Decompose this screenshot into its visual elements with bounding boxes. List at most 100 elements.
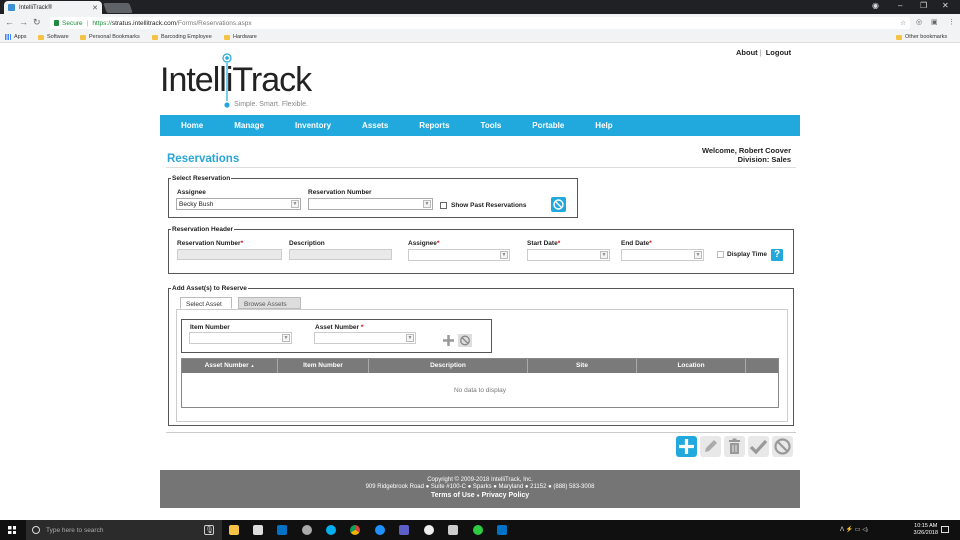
chevron-down-icon[interactable]: ▼ bbox=[406, 334, 414, 342]
app3-icon[interactable] bbox=[473, 525, 483, 535]
nav-manage[interactable]: Manage bbox=[234, 121, 264, 130]
about-link[interactable]: About bbox=[736, 48, 758, 57]
chevron-down-icon[interactable]: ▼ bbox=[694, 251, 702, 259]
bookmark-other[interactable]: Other bookmarks bbox=[896, 34, 947, 40]
outlook-icon[interactable] bbox=[277, 525, 287, 535]
nav-assets[interactable]: Assets bbox=[362, 121, 388, 130]
display-time-checkbox[interactable] bbox=[717, 251, 724, 258]
minimize-icon[interactable]: – bbox=[898, 1, 902, 10]
bookmark-personal[interactable]: Personal Bookmarks bbox=[80, 34, 140, 40]
intellitrack-logo[interactable]: IntelliTrack Simple. Smart. Flexible. bbox=[160, 48, 312, 112]
forward-icon[interactable]: → bbox=[19, 17, 28, 27]
item-number-select[interactable]: ▼ bbox=[189, 332, 292, 344]
assignee-select[interactable]: Becky Bush ▼ bbox=[176, 198, 301, 210]
col-asset-number[interactable]: Asset Number ▲ bbox=[182, 359, 278, 373]
nav-portable[interactable]: Portable bbox=[532, 121, 564, 130]
terms-link[interactable]: Terms of Use bbox=[431, 492, 475, 499]
sort-icon[interactable]: ▲ bbox=[250, 363, 254, 368]
store-icon[interactable] bbox=[253, 525, 263, 535]
copyright-text: Copyright © 2009-2018 IntelliTrack, Inc. bbox=[427, 477, 533, 483]
delete-button[interactable] bbox=[724, 436, 745, 457]
extension-icon[interactable]: ◎ bbox=[916, 18, 922, 26]
asset-number-label: Asset Number * bbox=[315, 324, 364, 331]
start-date-picker[interactable]: ▼ bbox=[527, 249, 610, 261]
bookmark-apps[interactable]: Apps bbox=[5, 34, 27, 40]
browser-tab[interactable]: IntelliTrack® ✕ bbox=[4, 1, 102, 14]
bookmark-barcoding[interactable]: Barcoding Employee bbox=[152, 34, 212, 40]
nav-inventory[interactable]: Inventory bbox=[295, 121, 331, 130]
chevron-down-icon[interactable]: ▼ bbox=[600, 251, 608, 259]
header-assignee-select[interactable]: ▼ bbox=[408, 249, 510, 261]
grid-header: Asset Number ▲ Item Number Description S… bbox=[182, 359, 778, 373]
privacy-link[interactable]: Privacy Policy bbox=[482, 492, 529, 499]
extension2-icon[interactable]: ▣ bbox=[931, 18, 938, 26]
folder-icon bbox=[152, 34, 158, 40]
folder-icon bbox=[896, 34, 902, 40]
notifications-icon[interactable] bbox=[941, 526, 949, 533]
skype-icon[interactable] bbox=[326, 525, 336, 535]
end-date-picker[interactable]: ▼ bbox=[621, 249, 704, 261]
assignee-value: Becky Bush bbox=[179, 201, 214, 208]
logo-tagline: Simple. Smart. Flexible. bbox=[234, 101, 308, 108]
tab-close-icon[interactable]: ✕ bbox=[92, 4, 98, 12]
settings-icon[interactable] bbox=[448, 525, 458, 535]
menu-icon[interactable]: ⋮ bbox=[948, 18, 955, 26]
restore-icon[interactable]: ❐ bbox=[920, 1, 927, 10]
app2-icon[interactable] bbox=[424, 525, 434, 535]
col-item-number[interactable]: Item Number bbox=[278, 359, 369, 373]
nav-tools[interactable]: Tools bbox=[481, 121, 502, 130]
close-window-icon[interactable]: ✕ bbox=[942, 1, 949, 10]
res-number-input[interactable] bbox=[177, 249, 282, 260]
description-input[interactable] bbox=[289, 249, 392, 260]
tray-icons[interactable]: ᐱ ⚡ ▭ ◁ᵢ bbox=[840, 526, 868, 533]
nav-help[interactable]: Help bbox=[595, 121, 612, 130]
save-button[interactable] bbox=[748, 436, 769, 457]
taskbar-clock[interactable]: 10:15 AM 3/26/2018 bbox=[914, 523, 938, 537]
cancel-reservation-button[interactable] bbox=[551, 197, 566, 212]
profile-icon[interactable]: ◉ bbox=[872, 1, 879, 10]
chevron-down-icon[interactable]: ▼ bbox=[282, 334, 290, 342]
ie-icon[interactable] bbox=[375, 525, 385, 535]
bookmark-software[interactable]: Software bbox=[38, 34, 69, 40]
outlook2-icon[interactable] bbox=[497, 525, 507, 535]
logout-link[interactable]: Logout bbox=[766, 48, 791, 57]
show-past-checkbox[interactable] bbox=[440, 202, 447, 209]
assignee-label: Assignee bbox=[177, 189, 206, 196]
app-icon[interactable] bbox=[302, 525, 312, 535]
tab-select-asset[interactable]: Select Asset bbox=[180, 297, 232, 309]
reload-icon[interactable]: ↻ bbox=[33, 17, 41, 28]
col-location[interactable]: Location bbox=[637, 359, 746, 373]
taskbar-search-input[interactable]: Type here to search 🎙 bbox=[26, 520, 222, 540]
edit-button[interactable] bbox=[700, 436, 721, 457]
chrome-icon[interactable] bbox=[350, 525, 360, 535]
help-icon[interactable]: ? bbox=[771, 249, 783, 261]
task-view-icon[interactable] bbox=[204, 525, 214, 535]
asset-number-select[interactable]: ▼ bbox=[314, 332, 416, 344]
cortana-icon bbox=[32, 526, 40, 534]
clock-time: 10:15 AM bbox=[914, 523, 938, 529]
plus-icon[interactable] bbox=[442, 334, 455, 347]
col-site[interactable]: Site bbox=[528, 359, 637, 373]
windows-start-icon[interactable] bbox=[8, 526, 16, 534]
nav-home[interactable]: Home bbox=[181, 121, 203, 130]
col-description[interactable]: Description bbox=[369, 359, 528, 373]
cancel-button[interactable] bbox=[772, 436, 793, 457]
star-icon[interactable]: ☆ bbox=[900, 19, 906, 27]
chevron-down-icon[interactable]: ▼ bbox=[423, 200, 431, 208]
nav-reports[interactable]: Reports bbox=[419, 121, 449, 130]
divider bbox=[166, 432, 796, 433]
division-text: Division: Sales bbox=[737, 154, 791, 164]
new-tab-button[interactable] bbox=[103, 3, 133, 13]
teams-icon[interactable] bbox=[399, 525, 409, 535]
add-button[interactable] bbox=[676, 436, 697, 457]
bookmark-hardware[interactable]: Hardware bbox=[224, 34, 257, 40]
tab-browse-assets[interactable]: Browse Assets bbox=[238, 297, 301, 309]
clear-icon[interactable] bbox=[458, 334, 472, 347]
file-explorer-icon[interactable] bbox=[229, 525, 239, 535]
reservation-number-select[interactable]: ▼ bbox=[308, 198, 433, 210]
back-icon[interactable]: ← bbox=[5, 17, 14, 27]
chevron-down-icon[interactable]: ▼ bbox=[291, 200, 299, 208]
prohibit-icon bbox=[553, 199, 564, 210]
chevron-down-icon[interactable]: ▼ bbox=[500, 251, 508, 259]
url-field[interactable]: Secure | https:// stratus.intellitrack.c… bbox=[50, 17, 910, 29]
